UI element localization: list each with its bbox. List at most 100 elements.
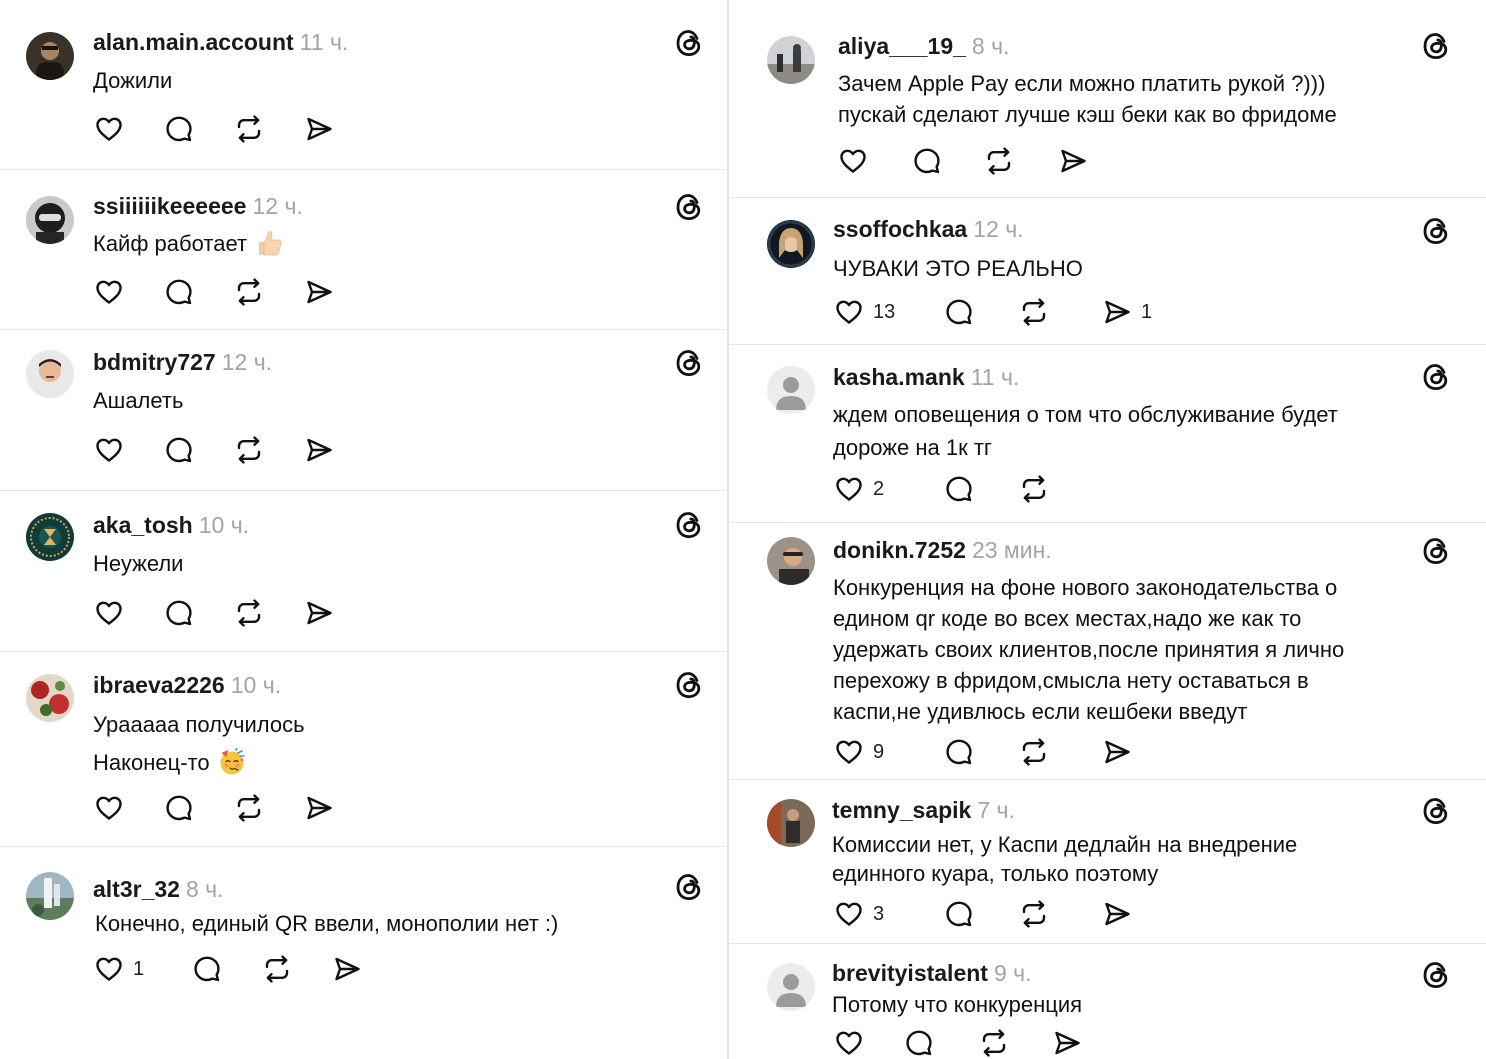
reply-button[interactable] <box>163 113 195 145</box>
share-button[interactable]: 1 <box>1101 296 1152 328</box>
username-link[interactable]: kasha.mank <box>833 364 965 390</box>
send-icon <box>303 597 335 629</box>
reply-button[interactable] <box>943 473 975 505</box>
repost-button[interactable] <box>261 953 293 985</box>
post-text-segment: Кайф работает <box>93 231 248 256</box>
username-link[interactable]: bdmitry727 <box>93 349 216 375</box>
share-button[interactable] <box>1051 1027 1083 1059</box>
post-text: Ашалеть <box>93 385 183 416</box>
like-button[interactable]: 13 <box>833 296 895 328</box>
avatar[interactable] <box>26 196 74 244</box>
reply-button[interactable] <box>911 145 943 177</box>
avatar[interactable] <box>26 32 74 80</box>
avatar[interactable] <box>767 36 815 84</box>
threads-logo-icon[interactable] <box>673 669 705 701</box>
threads-logo-icon[interactable] <box>673 871 705 903</box>
like-button[interactable] <box>837 145 869 177</box>
avatar[interactable] <box>767 963 815 1011</box>
repost-button[interactable] <box>1018 296 1050 328</box>
repost-button[interactable] <box>1018 736 1050 768</box>
threads-logo-icon[interactable] <box>1420 361 1452 393</box>
reply-button[interactable] <box>943 898 975 930</box>
like-button[interactable]: 9 <box>833 736 884 768</box>
like-button[interactable] <box>93 434 125 466</box>
share-button[interactable] <box>303 113 335 145</box>
repost-button[interactable] <box>233 597 265 629</box>
threads-logo-icon[interactable] <box>673 509 705 541</box>
username-link[interactable]: donikn.7252 <box>833 537 966 563</box>
post-text-segment: пускай сделают лучше кэш беки как во фри… <box>838 102 1337 127</box>
post-separator <box>0 651 727 652</box>
post-timestamp: 10 ч. <box>230 672 282 698</box>
username-link[interactable]: aka_tosh <box>93 512 193 538</box>
reply-button[interactable] <box>163 597 195 629</box>
username-link[interactable]: aliya___19_ <box>838 33 966 59</box>
username-link[interactable]: ibraeva2226 <box>93 672 225 698</box>
like-button[interactable]: 2 <box>833 473 884 505</box>
like-button[interactable] <box>93 792 125 824</box>
avatar[interactable] <box>767 220 815 268</box>
repost-button[interactable] <box>233 113 265 145</box>
avatar[interactable] <box>26 872 74 920</box>
share-button[interactable] <box>303 434 335 466</box>
share-button[interactable] <box>331 953 363 985</box>
share-button[interactable] <box>1101 736 1133 768</box>
username-link[interactable]: alan.main.account <box>93 29 294 55</box>
like-button[interactable] <box>93 113 125 145</box>
threads-logo-icon[interactable] <box>1420 215 1452 247</box>
avatar[interactable] <box>26 674 74 722</box>
post-text-line: перехожу в фридом,смысла нету оставаться… <box>833 665 1344 696</box>
share-button[interactable] <box>1101 898 1133 930</box>
like-button[interactable] <box>833 1027 865 1059</box>
repost-button[interactable] <box>1018 898 1050 930</box>
repost-button[interactable] <box>233 276 265 308</box>
username-link[interactable]: alt3r_32 <box>93 876 180 902</box>
share-button[interactable] <box>303 792 335 824</box>
avatar[interactable] <box>767 366 815 414</box>
threads-logo-icon[interactable] <box>1420 959 1452 991</box>
comment-icon <box>163 113 195 145</box>
reply-button[interactable] <box>163 276 195 308</box>
reply-button[interactable] <box>903 1027 935 1059</box>
share-button[interactable] <box>303 597 335 629</box>
reply-button[interactable] <box>191 953 223 985</box>
threads-logo-icon[interactable] <box>673 191 705 223</box>
like-button[interactable]: 1 <box>93 953 144 985</box>
post-timestamp: 8 ч. <box>185 876 224 902</box>
repost-button[interactable] <box>1018 473 1050 505</box>
like-button[interactable] <box>93 597 125 629</box>
share-button[interactable] <box>1057 145 1089 177</box>
like-button[interactable] <box>93 276 125 308</box>
avatar[interactable] <box>767 799 815 847</box>
post-text-segment: Конечно, единый QR ввели, монополии нет … <box>95 911 559 936</box>
repost-button[interactable] <box>978 1027 1010 1059</box>
repost-button[interactable] <box>233 434 265 466</box>
threads-logo-icon[interactable] <box>673 27 705 59</box>
send-icon <box>1101 898 1133 930</box>
repost-icon <box>1018 898 1050 930</box>
reply-button[interactable] <box>163 792 195 824</box>
username-link[interactable]: ssiiiiiikeeeeee <box>93 193 246 219</box>
threads-logo-icon[interactable] <box>1420 30 1452 62</box>
threads-logo-icon[interactable] <box>673 347 705 379</box>
threads-logo-icon[interactable] <box>1420 535 1452 567</box>
username-link[interactable]: ssoffochkaa <box>833 216 967 242</box>
reply-button[interactable] <box>163 434 195 466</box>
post-timestamp: 7 ч. <box>977 797 1015 823</box>
repost-button[interactable] <box>983 145 1015 177</box>
post-header: alan.main.account 11 ч. <box>93 28 348 56</box>
avatar[interactable] <box>767 537 815 585</box>
threads-logo-icon[interactable] <box>1420 795 1452 827</box>
reply-button[interactable] <box>943 296 975 328</box>
like-button[interactable]: 3 <box>833 898 884 930</box>
avatar[interactable] <box>26 513 74 561</box>
repost-button[interactable] <box>233 792 265 824</box>
post-text: Зачем Apple Pay если можно платить рукой… <box>838 68 1337 130</box>
share-button[interactable] <box>303 276 335 308</box>
reply-button[interactable] <box>943 736 975 768</box>
username-link[interactable]: temny_sapik <box>832 797 971 823</box>
send-icon <box>303 276 335 308</box>
avatar[interactable] <box>26 350 74 398</box>
like-count: 3 <box>873 902 885 925</box>
username-link[interactable]: brevityistalent <box>832 960 988 986</box>
